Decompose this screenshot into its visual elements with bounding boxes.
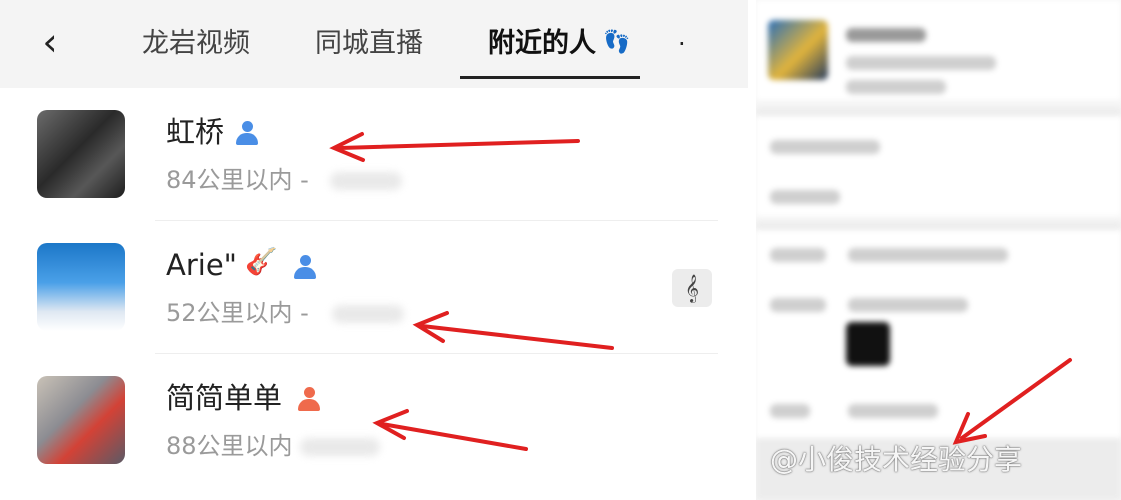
blurred-text bbox=[330, 172, 402, 190]
person-name: Arie" bbox=[166, 248, 237, 282]
active-tab-underline bbox=[460, 76, 640, 79]
tab-longyan-video[interactable]: 龙岩视频 bbox=[142, 24, 250, 64]
profile-image bbox=[846, 322, 890, 366]
footprint-icon: 👣 bbox=[603, 30, 631, 55]
male-user-icon bbox=[292, 254, 318, 280]
tab-more[interactable]: · bbox=[678, 30, 686, 58]
guitar-icon: 🎸 bbox=[245, 247, 278, 277]
list-item[interactable]: Arie" 🎸 52公里以内 - 𝄞 bbox=[0, 221, 718, 354]
top-tab-bar: ‹ 龙岩视频 同城直播 附近的人 👣 · bbox=[0, 0, 748, 88]
profile-avatar bbox=[768, 20, 828, 80]
list-item[interactable]: 虹桥 84公里以内 - bbox=[0, 88, 718, 221]
avatar bbox=[37, 243, 125, 331]
blurred-text bbox=[332, 305, 404, 323]
avatar bbox=[37, 376, 125, 464]
tab-city-live[interactable]: 同城直播 bbox=[315, 24, 423, 64]
male-user-icon bbox=[234, 120, 260, 146]
distance-label: 52公里以内 - bbox=[166, 299, 309, 327]
female-user-icon bbox=[296, 386, 322, 412]
blurred-profile-panel bbox=[756, 0, 1121, 500]
avatar bbox=[37, 110, 125, 198]
blurred-text bbox=[300, 438, 380, 456]
nearby-people-screen: ‹ 龙岩视频 同城直播 附近的人 👣 · 虹桥 84公里以内 - Arie" 🎸… bbox=[0, 0, 748, 500]
distance-label: 84公里以内 - bbox=[166, 166, 309, 194]
back-chevron-icon[interactable]: ‹ bbox=[30, 20, 70, 64]
person-name: 虹桥 bbox=[166, 115, 225, 149]
music-note-icon[interactable]: 𝄞 bbox=[672, 269, 712, 307]
distance-label: 88公里以内 bbox=[166, 432, 293, 460]
person-name: 简简单单 bbox=[166, 381, 283, 415]
list-item[interactable]: 简简单单 88公里以内 bbox=[0, 354, 718, 487]
watermark: @小俊技术经验分享 bbox=[770, 443, 1023, 476]
tab-nearby-people[interactable]: 附近的人 bbox=[488, 24, 596, 64]
